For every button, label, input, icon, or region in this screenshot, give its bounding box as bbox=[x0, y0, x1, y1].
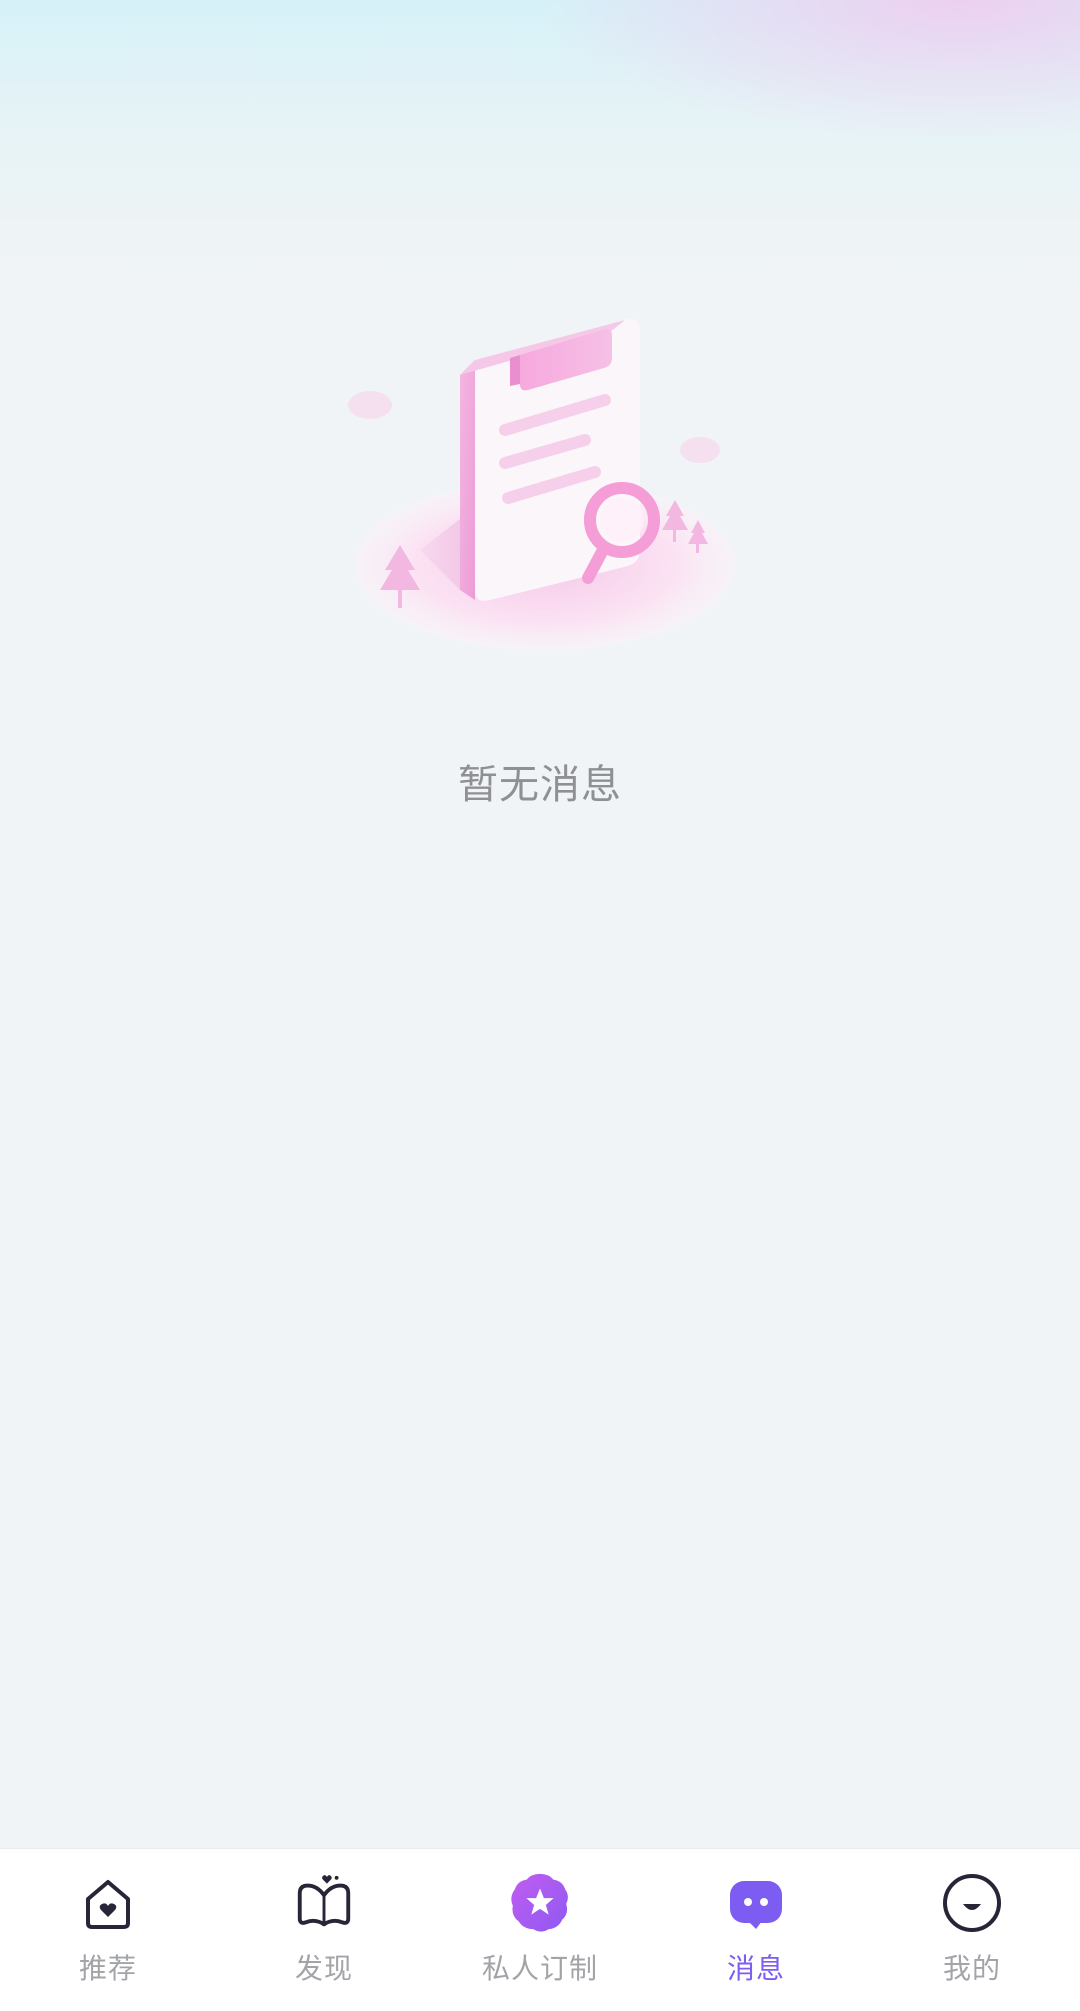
tab-discover[interactable]: 发现 bbox=[216, 1849, 432, 2011]
tab-private-custom[interactable]: 私人订制 bbox=[432, 1849, 648, 2011]
tab-label: 发现 bbox=[294, 1952, 353, 1985]
tab-label: 推荐 bbox=[78, 1952, 137, 1985]
bottom-tab-bar: 推荐 发现 私人订制 消息 我的 bbox=[0, 1848, 1080, 2011]
tab-mine[interactable]: 我的 bbox=[864, 1849, 1080, 2011]
tab-messages[interactable]: 消息 bbox=[648, 1849, 864, 2011]
chat-bubble-icon bbox=[724, 1871, 788, 1935]
clipboard-search-illustration bbox=[348, 319, 735, 650]
messages-screen: 暂无消息 推荐 发现 私人订制 消息 我的 bbox=[0, 0, 1080, 2011]
smiley-face-icon bbox=[940, 1871, 1004, 1935]
tab-label: 消息 bbox=[726, 1952, 785, 1985]
empty-state-message: 暂无消息 bbox=[458, 762, 622, 808]
discover-heart-icon bbox=[292, 1871, 356, 1935]
star-badge-icon bbox=[508, 1871, 572, 1935]
tab-recommend[interactable]: 推荐 bbox=[0, 1849, 216, 2011]
tab-label: 我的 bbox=[942, 1952, 1001, 1985]
tab-label: 私人订制 bbox=[481, 1952, 598, 1985]
home-heart-icon bbox=[76, 1871, 140, 1935]
